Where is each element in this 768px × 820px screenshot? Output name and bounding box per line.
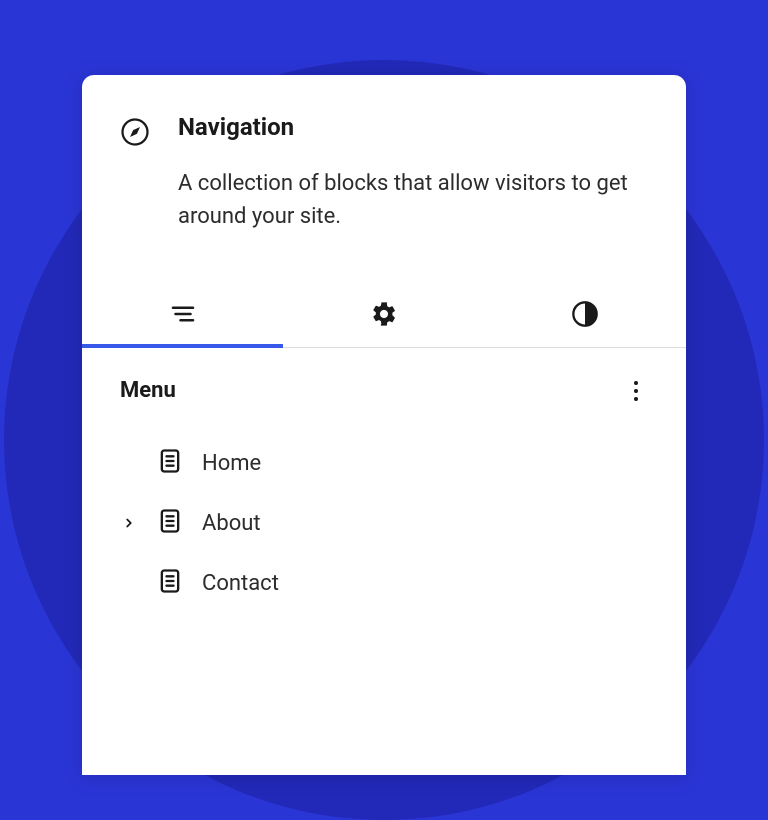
gear-icon [370,300,398,332]
panel-header: Navigation A collection of blocks that a… [82,75,686,261]
tab-list-view[interactable] [82,285,283,347]
menu-item-contact[interactable]: Contact [120,553,648,613]
panel-description: A collection of blocks that allow visito… [178,167,648,233]
expand-toggle[interactable] [120,514,138,532]
menu-item-about[interactable]: About [120,493,648,553]
chevron-slot [120,454,138,472]
menu-header: Menu [82,348,686,413]
chevron-slot [120,574,138,592]
menu-item-home[interactable]: Home [120,433,648,493]
menu-item-label: About [202,511,261,536]
header-text: Navigation A collection of blocks that a… [178,113,648,233]
page-icon [156,507,184,539]
compass-icon [120,117,150,151]
panel-title: Navigation [178,113,648,141]
list-view-icon [168,299,198,333]
menu-items-list: Home About [82,413,686,613]
tab-settings[interactable] [283,285,484,347]
page-icon [156,567,184,599]
menu-title: Menu [120,378,176,403]
menu-item-label: Contact [202,571,279,596]
navigation-panel: Navigation A collection of blocks that a… [82,75,686,775]
tabs-row [82,285,686,348]
menu-options-button[interactable] [624,379,648,403]
chevron-right-icon [122,516,136,530]
menu-item-label: Home [202,451,261,476]
contrast-icon [571,300,599,332]
page-icon [156,447,184,479]
tab-styles[interactable] [485,285,686,347]
